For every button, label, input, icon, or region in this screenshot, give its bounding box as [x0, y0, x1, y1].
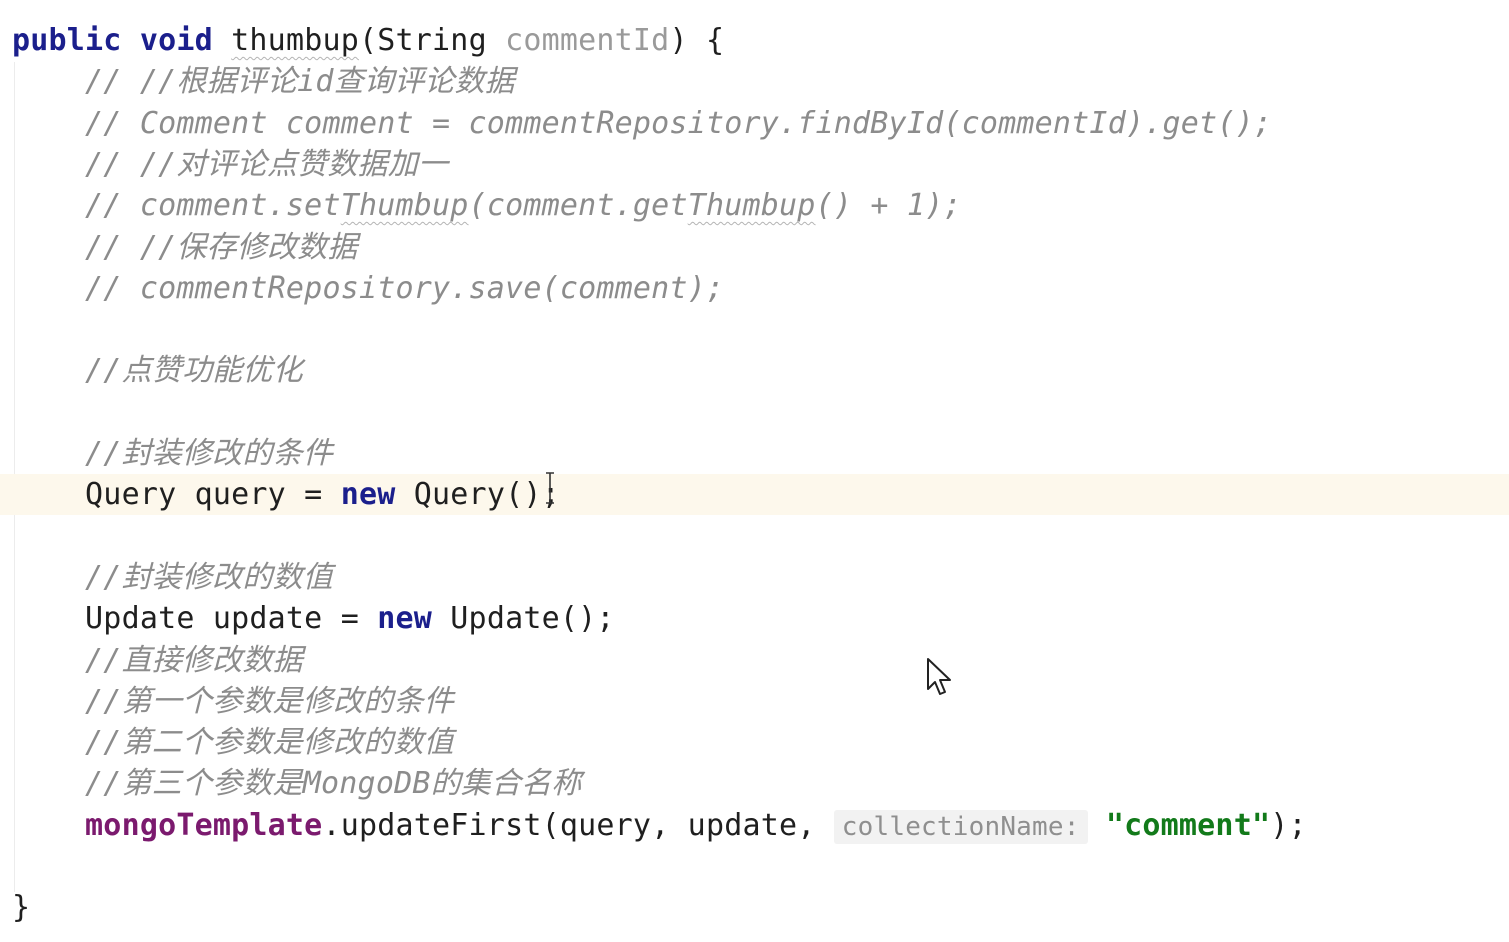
code-line[interactable] [0, 846, 1509, 887]
code-token: //第一个参数是修改的条件 [12, 683, 454, 719]
code-token: // Comment comment = commentRepository.f… [12, 105, 1273, 141]
code-line[interactable]: // commentRepository.save(comment); [0, 268, 1509, 309]
parameter-hint: collectionName: [833, 809, 1088, 844]
code-line[interactable]: //第二个参数是修改的数值 [0, 722, 1509, 763]
code-line[interactable]: //封装修改的条件 [0, 433, 1509, 474]
code-token: // commentRepository.save(comment); [12, 270, 725, 306]
code-line[interactable]: //第一个参数是修改的条件 [0, 681, 1509, 722]
code-token: Update update = [12, 601, 378, 637]
code-token: void [139, 23, 213, 58]
code-token: //封装修改的条件 [12, 436, 333, 471]
code-line[interactable]: public void thumbup(String commentId) { [0, 20, 1509, 61]
code-token: Thumbup [687, 188, 816, 224]
code-line[interactable]: //点赞功能优化 [0, 350, 1509, 391]
code-line[interactable]: //第三个参数是MongoDB的集合名称 [0, 763, 1509, 804]
code-token: thumbup [231, 23, 359, 58]
code-line[interactable]: // Comment comment = commentRepository.f… [0, 103, 1509, 144]
code-token: () + 1); [815, 188, 962, 224]
code-token: //直接修改数据 [12, 642, 303, 678]
code-line[interactable]: //封装修改的数值 [0, 557, 1509, 598]
code-token: (comment.get [468, 188, 688, 224]
code-line[interactable] [0, 392, 1509, 433]
code-token: Thumbup [340, 188, 469, 224]
code-token: //封装修改的数值 [12, 559, 333, 595]
code-line[interactable]: mongoTemplate.updateFirst(query, update,… [0, 805, 1509, 846]
code-token: .updateFirst(query, update, [322, 807, 834, 843]
code-token: // comment.set [12, 188, 341, 224]
code-line[interactable]: // //对评论点赞数据加一 [0, 144, 1509, 185]
text-cursor-icon [546, 472, 554, 504]
code-token: //点赞功能优化 [12, 353, 303, 389]
code-token: mongoTemplate [85, 807, 323, 843]
code-token: // //对评论点赞数据加一 [12, 146, 449, 182]
code-line[interactable]: } [0, 887, 1509, 928]
code-token: new [377, 601, 433, 637]
code-line[interactable]: // comment.setThumbup(comment.getThumbup… [0, 185, 1509, 226]
mouse-pointer-icon [927, 658, 951, 695]
code-line[interactable]: Update update = new Update(); [0, 598, 1509, 639]
code-line[interactable] [0, 309, 1509, 350]
code-token: Update(); [432, 601, 615, 637]
code-token: // //保存修改数据 [12, 229, 358, 265]
code-token: //第三个参数是MongoDB的集合名称 [12, 766, 582, 802]
code-token: commentId [505, 23, 670, 58]
code-token: // //根据评论id查询评论数据 [12, 64, 515, 100]
code-token: Query query = [12, 477, 341, 513]
code-editor[interactable]: public void thumbup(String commentId) { … [0, 0, 1509, 942]
code-token: ) { [669, 23, 725, 58]
code-token: new [340, 477, 396, 513]
code-line[interactable]: //直接修改数据 [0, 640, 1509, 681]
code-token: public [12, 23, 122, 58]
code-line-current[interactable]: Query query = new Query(); [0, 474, 1509, 516]
code-line[interactable] [0, 516, 1509, 557]
code-line[interactable]: // //保存修改数据 [0, 227, 1509, 268]
code-token: Query(); [395, 477, 560, 513]
code-line[interactable]: // //根据评论id查询评论数据 [0, 61, 1509, 102]
code-token: "comment" [1105, 807, 1271, 843]
code-token: } [12, 890, 31, 926]
code-token: //第二个参数是修改的数值 [12, 725, 454, 761]
code-token: ); [1270, 807, 1307, 843]
code-token: (String [359, 23, 506, 58]
